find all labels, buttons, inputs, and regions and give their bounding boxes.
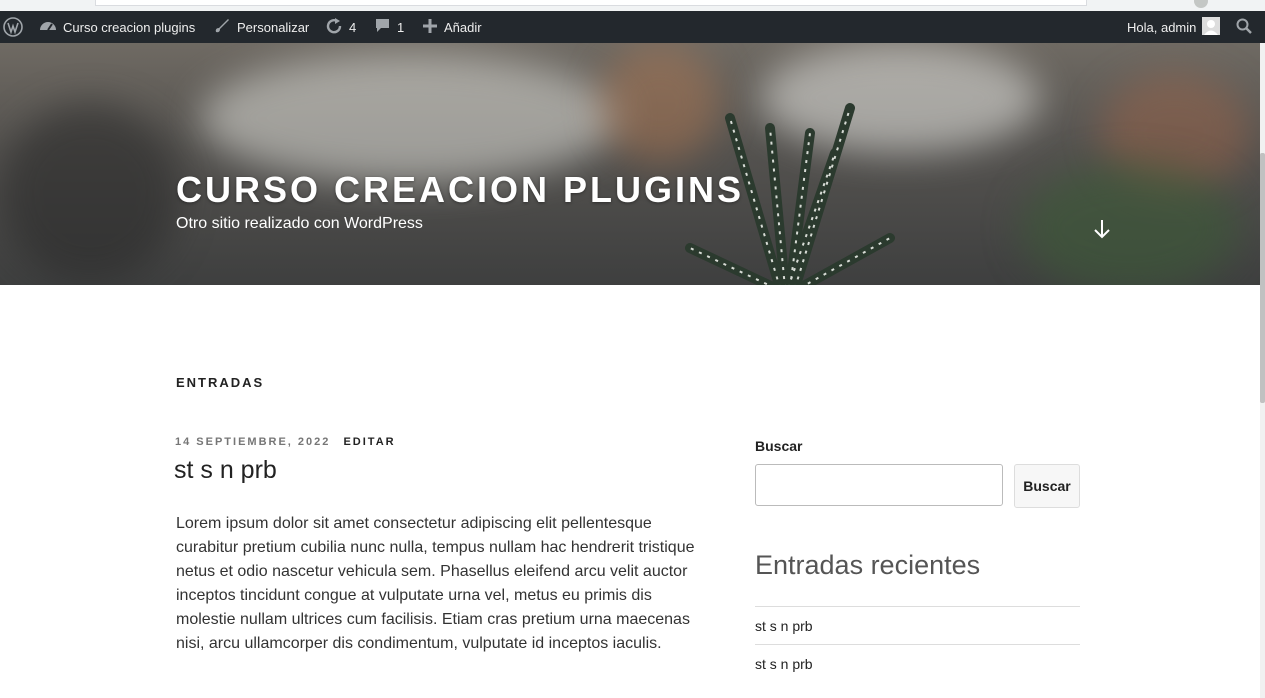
edit-post-link[interactable]: EDITAR (343, 436, 395, 448)
comment-icon (374, 17, 391, 37)
admin-search-button[interactable] (1236, 11, 1252, 43)
scrollbar-thumb[interactable] (1260, 153, 1265, 403)
avatar-icon (1202, 16, 1221, 38)
hero-dark-left (0, 103, 180, 283)
customize-label: Personalizar (237, 19, 310, 35)
comments-count: 1 (397, 19, 405, 35)
greeting-label: Hola, admin (1127, 19, 1197, 35)
arrow-down-icon[interactable] (1092, 218, 1112, 245)
address-bar-edge (95, 0, 1087, 6)
search-input[interactable] (755, 464, 1003, 506)
updates-link[interactable]: 4 (325, 11, 356, 43)
header-image: CURSO CREACION PLUGINS Otro sitio realiz… (0, 43, 1260, 285)
comments-link[interactable]: 1 (374, 11, 404, 43)
post-title[interactable]: st s n prb (174, 456, 277, 485)
hero-window-light (200, 53, 620, 183)
brush-icon (213, 17, 231, 38)
wordpress-icon[interactable] (3, 11, 23, 43)
post-content: Lorem ipsum dolor sit amet consectetur a… (176, 515, 695, 652)
admin-bar: Curso creacion plugins Personalizar 4 1 … (0, 11, 1265, 43)
plus-icon (422, 18, 438, 37)
recent-post-link[interactable]: st s n prb (755, 644, 1080, 682)
new-content-link[interactable]: Añadir (422, 11, 482, 43)
site-title[interactable]: CURSO CREACION PLUGINS (176, 169, 744, 211)
hero-plant-right (1020, 163, 1240, 285)
search-widget-label: Buscar (755, 438, 803, 454)
search-icon (1236, 18, 1252, 37)
page-scrollbar[interactable] (1260, 43, 1265, 698)
my-account-link[interactable]: Hola, admin (1127, 11, 1221, 43)
section-title: ENTRADAS (176, 375, 265, 390)
post-date[interactable]: 14 SEPTIEMBRE, 2022 (175, 436, 330, 448)
new-content-label: Añadir (444, 19, 482, 35)
site-name-link[interactable]: Curso creacion plugins (39, 11, 195, 43)
customize-link[interactable]: Personalizar (213, 11, 309, 43)
recent-posts-title: Entradas recientes (755, 550, 981, 580)
site-description: Otro sitio realizado con WordPress (176, 215, 423, 232)
search-button[interactable]: Buscar (1014, 464, 1080, 508)
recent-posts-list: st s n prb st s n prb (755, 606, 1080, 682)
recent-post-link[interactable]: st s n prb (755, 606, 1080, 644)
post-meta: 14 SEPTIEMBRE, 2022 EDITAR (175, 436, 396, 448)
updates-icon (325, 17, 343, 38)
profile-icon[interactable] (1194, 0, 1208, 8)
browser-chrome-strip (0, 0, 1265, 11)
updates-count: 4 (349, 19, 357, 35)
site-name-label: Curso creacion plugins (63, 19, 196, 35)
dashboard-icon (39, 18, 57, 37)
